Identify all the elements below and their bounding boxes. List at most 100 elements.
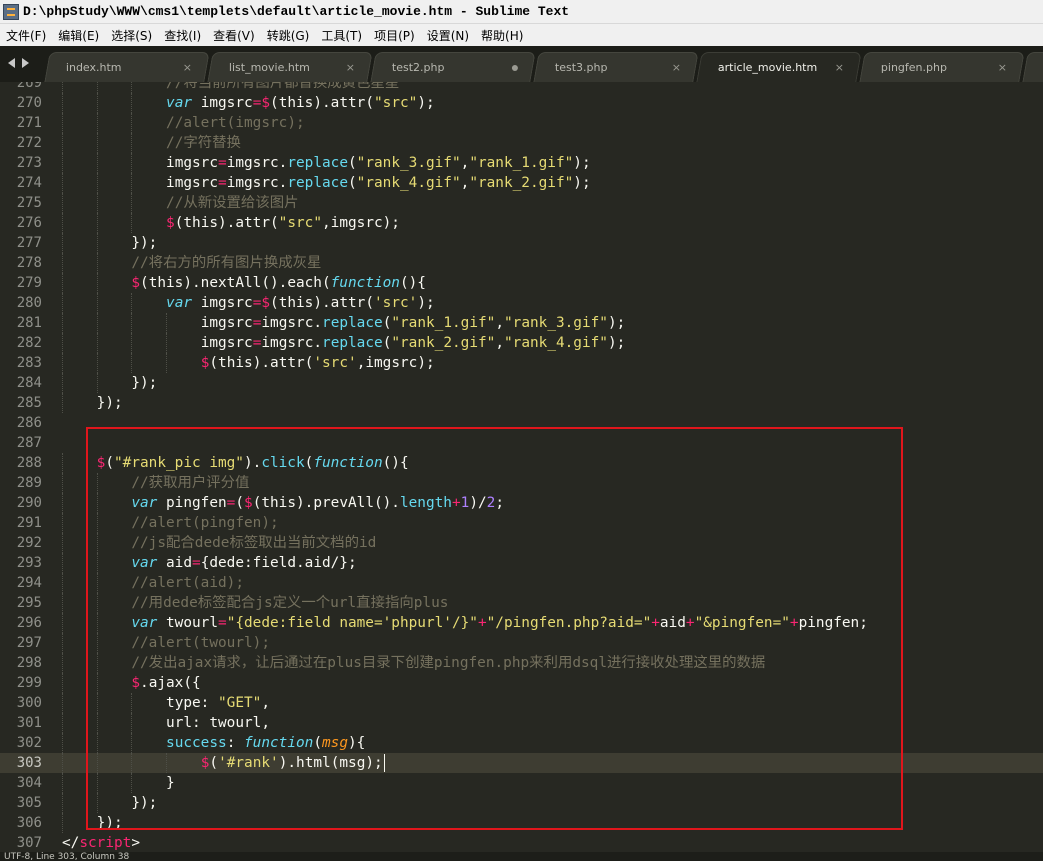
tab[interactable]: index.htm ×	[44, 52, 210, 82]
tab-scroll-right-icon[interactable]	[22, 58, 29, 68]
code-line[interactable]: var pingfen=($(this).prevAll().length+1)…	[131, 493, 504, 513]
code-line[interactable]: //用dede标签配合js定义一个url直接指向plus	[131, 593, 448, 613]
indent-guide	[62, 813, 63, 833]
code-line[interactable]: //alert(imgsrc);	[166, 113, 305, 133]
close-tab-icon[interactable]: ×	[835, 61, 844, 74]
code-line[interactable]: $('#rank').html(msg);	[201, 753, 383, 773]
code-token: ).	[243, 455, 262, 471]
menu-item[interactable]: 工具(T)	[315, 27, 368, 44]
code-line[interactable]: success: function(msg){	[166, 733, 365, 753]
code-line[interactable]: var twourl="{dede:field name='phpurl'/}"…	[131, 613, 868, 633]
indent-guide	[62, 313, 63, 333]
code-token: function	[244, 735, 314, 751]
code-line[interactable]: $(this).attr("src",imgsrc);	[166, 213, 400, 233]
unsaved-dot-icon[interactable]	[511, 64, 518, 71]
code-line[interactable]: imgsrc=imgsrc.replace("rank_1.gif","rank…	[201, 313, 626, 333]
indent-guide	[96, 193, 98, 213]
tab-label: test3.php	[554, 61, 608, 74]
indent-guide	[166, 313, 168, 333]
indent-guide	[62, 693, 63, 713]
menu-item[interactable]: 选择(S)	[105, 27, 158, 44]
menu-item[interactable]: 文件(F)	[0, 27, 52, 44]
close-tab-icon[interactable]: ×	[183, 61, 192, 74]
code-line[interactable]: });	[131, 793, 157, 813]
code-line[interactable]: var imgsrc=$(this).attr('src');	[166, 293, 435, 313]
text-cursor	[383, 754, 385, 772]
code-line[interactable]: $.ajax({	[131, 673, 200, 693]
code-token: "rank_3.gif"	[504, 315, 608, 331]
code-line[interactable]: //alert(twourl);	[131, 633, 270, 653]
line-number: 301	[16, 715, 42, 731]
tab[interactable]: test2.php	[370, 52, 536, 82]
tab[interactable]: article_movie.htm ×	[696, 52, 862, 82]
code-line[interactable]: //alert(aid);	[131, 573, 244, 593]
code-line[interactable]: imgsrc=imgsrc.replace("rank_3.gif","rank…	[166, 153, 591, 173]
code-line[interactable]: //获取用户评分值	[131, 473, 249, 493]
indent-guide	[96, 213, 98, 233]
indent-guide	[131, 213, 133, 233]
code-token: (	[105, 455, 115, 471]
indent-guide	[96, 593, 98, 613]
close-tab-icon[interactable]: ×	[672, 61, 681, 74]
indent-guide	[62, 173, 63, 193]
code-line[interactable]: $(this).nextAll().each(function(){	[131, 273, 426, 293]
code-line[interactable]: //字符替换	[166, 133, 241, 153]
line-number: 300	[16, 695, 42, 711]
code-line[interactable]: });	[131, 373, 157, 393]
code-token: aid	[659, 615, 686, 631]
tab[interactable]: c	[1022, 52, 1043, 82]
code-line[interactable]: </script>	[62, 833, 140, 852]
tab[interactable]: list_movie.htm ×	[207, 52, 373, 82]
menu-item[interactable]: 转跳(G)	[261, 27, 316, 44]
code-line[interactable]: //js配合dede标签取出当前文档的id	[131, 533, 376, 553]
code-line[interactable]: });	[97, 393, 123, 413]
sublime-text-icon	[3, 3, 19, 20]
code-token: {dede:field.aid/};	[200, 555, 357, 571]
code-token: =	[192, 555, 201, 571]
code-token: =	[218, 175, 227, 191]
menu-item[interactable]: 查找(I)	[158, 27, 207, 44]
code-line[interactable]: //从新设置给该图片	[166, 193, 298, 213]
code-token: var	[131, 615, 158, 631]
code-token: var	[166, 295, 193, 311]
code-token: +	[789, 615, 799, 631]
close-tab-icon[interactable]: ×	[998, 61, 1007, 74]
code-line[interactable]: $("#rank_pic img").click(function(){	[97, 453, 409, 473]
code-token: imgsrc	[166, 175, 219, 191]
menu-item[interactable]: 设置(N)	[421, 27, 475, 44]
menu-item[interactable]: 查看(V)	[207, 27, 261, 44]
code-line[interactable]: //将右方的所有图片换成灰星	[131, 253, 321, 273]
code-line[interactable]: //发出ajax请求，让后通过在plus目录下创建pingfen.php来利用d…	[131, 653, 765, 673]
menu-item[interactable]: 项目(P)	[368, 27, 421, 44]
code-line[interactable]: imgsrc=imgsrc.replace("rank_4.gif","rank…	[166, 173, 591, 193]
code-line[interactable]: });	[131, 233, 157, 253]
indent-guide	[96, 353, 98, 373]
indent-guide	[96, 473, 98, 493]
indent-guide	[166, 353, 168, 373]
code-line[interactable]: var imgsrc=$(this).attr("src");	[166, 93, 435, 113]
menu-item[interactable]: 编辑(E)	[52, 27, 105, 44]
code-token: 'src'	[374, 295, 418, 311]
code-editor[interactable]: 269 270 271 272 273 274 275 276 277 278 279 280 281 2…	[0, 82, 1043, 852]
code-line[interactable]: }	[166, 773, 175, 793]
line-number: 288	[16, 455, 42, 471]
indent-guide	[96, 513, 98, 533]
code-token: (	[313, 735, 322, 751]
indent-guide	[62, 233, 63, 253]
code-line[interactable]: $(this).attr('src',imgsrc);	[201, 353, 435, 373]
code-line[interactable]: //将当前所有图片都替换成黄色星星	[166, 82, 399, 93]
code-line[interactable]: type: "GET",	[166, 693, 270, 713]
tab[interactable]: pingfen.php ×	[859, 52, 1025, 82]
code-line[interactable]: imgsrc=imgsrc.replace("rank_2.gif","rank…	[201, 333, 626, 353]
code-token: ){	[348, 735, 366, 751]
code-line[interactable]: });	[97, 813, 123, 833]
code-line[interactable]: //alert(pingfen);	[131, 513, 278, 533]
code-line[interactable]: url: twourl,	[166, 713, 270, 733]
code-line[interactable]: var aid={dede:field.aid/};	[131, 553, 356, 573]
tab-scroll-left-icon[interactable]	[8, 58, 15, 68]
indent-guide	[96, 113, 98, 133]
menu-item[interactable]: 帮助(H)	[475, 27, 529, 44]
close-tab-icon[interactable]: ×	[346, 61, 355, 74]
tab[interactable]: test3.php ×	[533, 52, 699, 82]
line-number: 279	[16, 275, 42, 291]
